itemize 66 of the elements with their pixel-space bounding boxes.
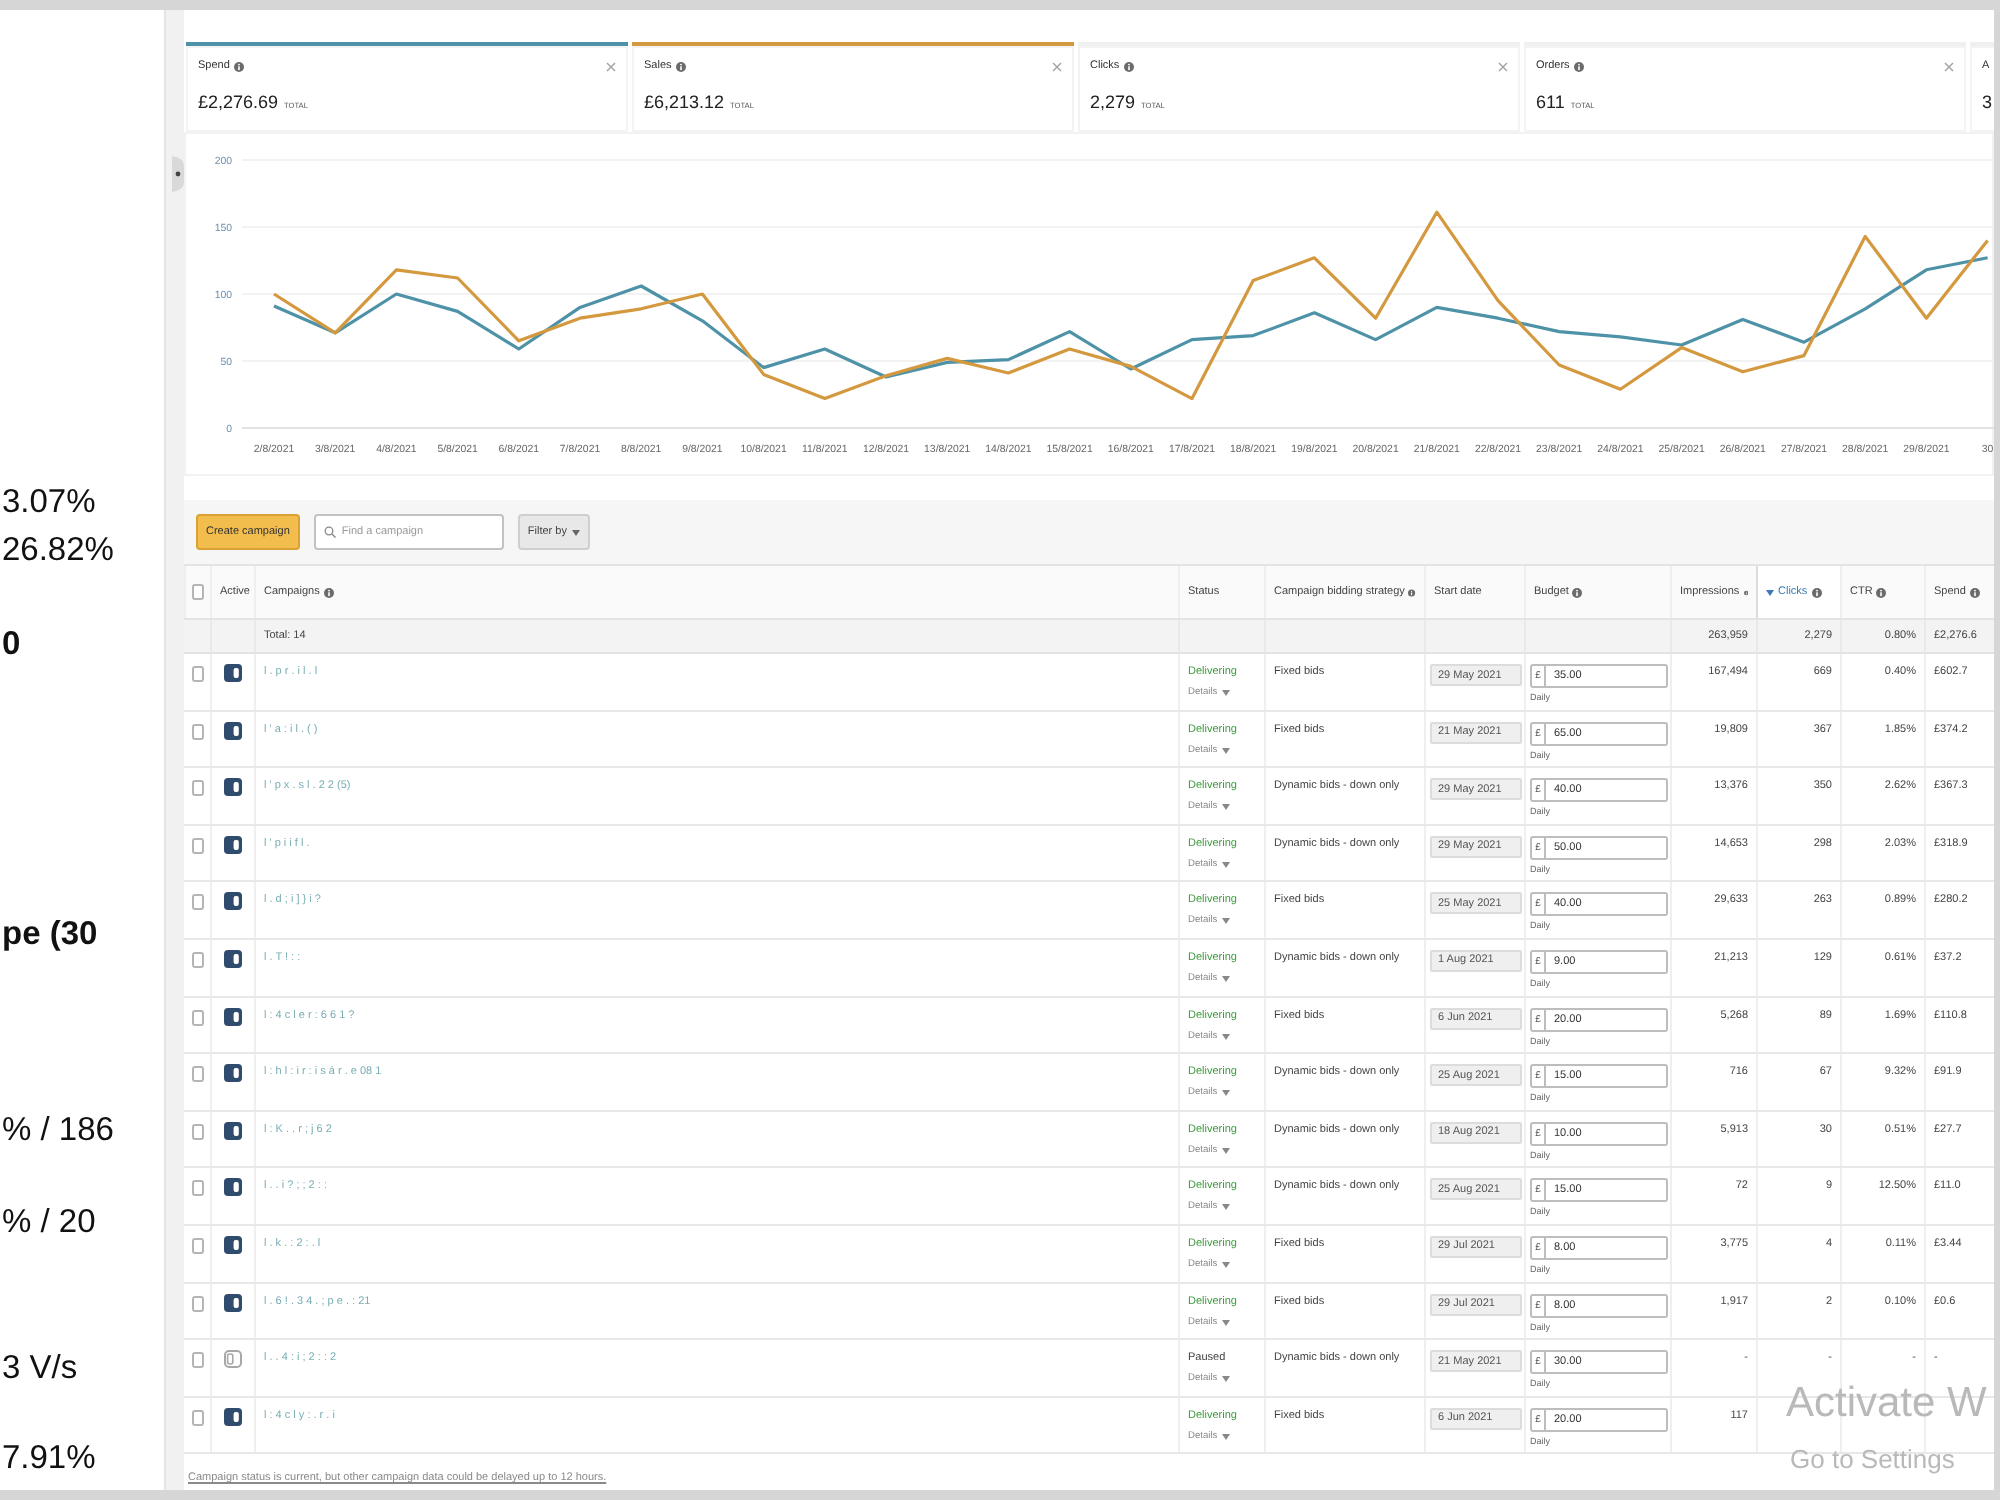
toggle-switch[interactable]: [224, 1178, 242, 1197]
close-icon[interactable]: [1052, 61, 1062, 71]
close-icon[interactable]: [1498, 61, 1508, 71]
metric-value: 3: [1982, 92, 1993, 112]
slide-text: 3.07%: [0, 482, 96, 522]
row-checkbox[interactable]: [191, 780, 203, 797]
row-checkbox[interactable]: [191, 666, 203, 682]
toggle-switch[interactable]: [224, 1350, 242, 1369]
row-checkbox[interactable]: [191, 1352, 203, 1369]
caret-icon: [1221, 918, 1230, 925]
slide-text: 7.91%: [0, 1438, 96, 1478]
row-checkbox[interactable]: [191, 951, 203, 968]
search-icon: [323, 526, 336, 538]
toggle-switch[interactable]: [224, 835, 242, 854]
row-checkbox[interactable]: [191, 723, 203, 740]
caret-icon: [1221, 1433, 1230, 1440]
slide-text: 26.82%: [0, 530, 114, 570]
caret-icon: [1221, 1261, 1230, 1268]
row-checkbox[interactable]: [191, 837, 203, 854]
caret-icon: [1221, 1319, 1230, 1326]
toggle-switch[interactable]: [224, 892, 242, 911]
caret-icon: [1221, 1147, 1230, 1154]
toggle-switch[interactable]: [224, 1121, 242, 1140]
toggle-switch[interactable]: [224, 949, 242, 968]
select-all-checkbox[interactable]: [192, 584, 204, 600]
metric-value: 611: [1536, 92, 1565, 112]
handle-icon[interactable]: [172, 156, 184, 192]
caret-icon: [1221, 1090, 1230, 1097]
caret-icon: [572, 529, 581, 535]
slide-text: 3 V/s: [0, 1348, 78, 1388]
activation-notice-text: Go to Settings: [1788, 1444, 1957, 1474]
toggle-switch[interactable]: [224, 1235, 242, 1254]
caret-icon: [1221, 690, 1230, 696]
toggle-switch[interactable]: [224, 778, 242, 797]
toggle-switch[interactable]: [224, 1293, 242, 1312]
slide-text: 0: [0, 624, 21, 664]
row-checkbox[interactable]: [191, 894, 203, 911]
metric-value: 2,279: [1090, 92, 1136, 112]
slide-text: % / 186: [0, 1110, 114, 1150]
caret-icon: [1221, 1376, 1230, 1383]
row-checkbox[interactable]: [191, 1295, 203, 1312]
toggle-switch[interactable]: [224, 1007, 242, 1026]
caret-icon: [1221, 804, 1230, 811]
toggle-switch[interactable]: [224, 664, 242, 682]
toggle-switch[interactable]: [224, 1407, 242, 1426]
caret-icon: [1221, 975, 1230, 982]
close-icon[interactable]: [1944, 61, 1954, 71]
caret-icon: [1221, 1204, 1230, 1211]
caret-icon: [1221, 861, 1230, 868]
close-icon[interactable]: [606, 61, 616, 71]
row-checkbox[interactable]: [191, 1123, 203, 1140]
caret-icon: [1221, 747, 1230, 754]
caret-icon: [1766, 589, 1774, 595]
row-checkbox[interactable]: [191, 1237, 203, 1254]
row-checkbox[interactable]: [191, 1409, 203, 1426]
activation-notice-title: Activate W: [1786, 1380, 1987, 1428]
row-checkbox[interactable]: [191, 1180, 203, 1197]
metric-value: £2,276.69: [198, 92, 279, 112]
slide-text: % / 20: [0, 1202, 96, 1242]
row-checkbox[interactable]: [191, 1066, 203, 1083]
caret-icon: [1221, 1033, 1230, 1040]
row-checkbox[interactable]: [191, 1009, 203, 1026]
slide-text: pe (30: [0, 914, 98, 954]
toggle-switch[interactable]: [224, 1064, 242, 1083]
metric-value: £6,213.12: [644, 92, 725, 112]
toggle-switch[interactable]: [224, 721, 242, 740]
